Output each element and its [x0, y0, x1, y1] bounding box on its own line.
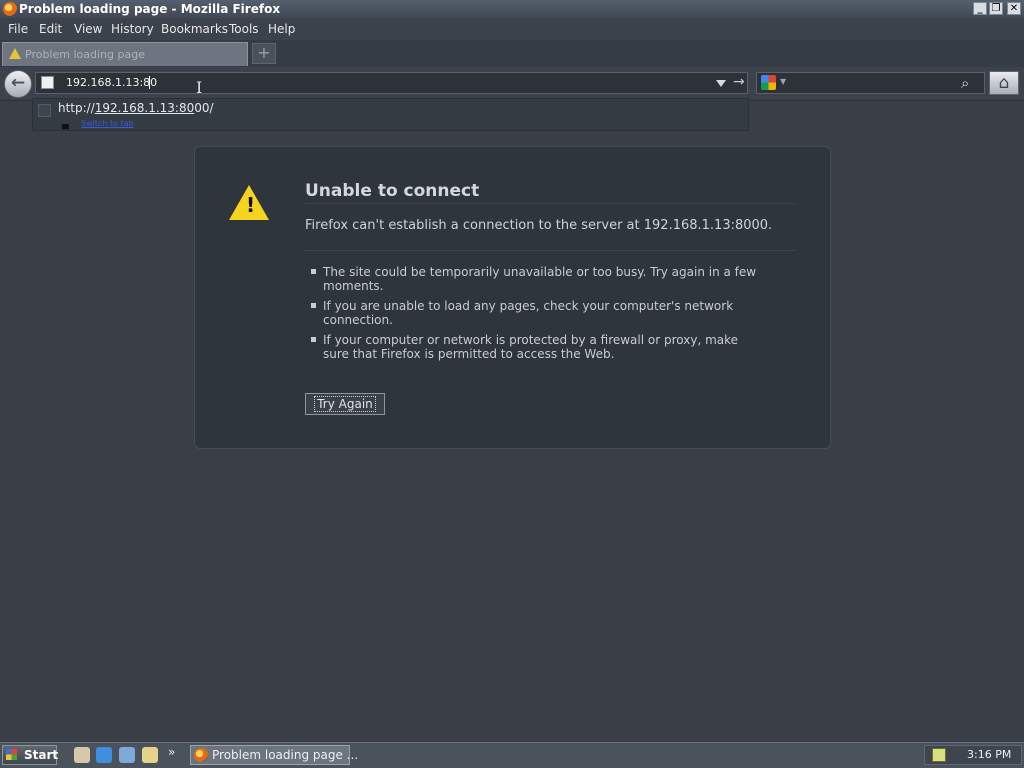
restore-button[interactable]: ❐ — [989, 2, 1003, 15]
start-button[interactable]: Start — [2, 745, 59, 765]
text-caret — [149, 76, 150, 89]
menu-view[interactable]: View — [74, 22, 102, 36]
suggestion-prefix: http:// — [58, 101, 95, 115]
firefox-icon — [3, 2, 17, 16]
search-icon[interactable]: ⌕ — [961, 74, 969, 92]
page-icon — [38, 104, 51, 117]
google-icon[interactable] — [761, 75, 776, 90]
go-arrow-icon[interactable]: → — [733, 74, 745, 90]
suggestion-match: 192.168.1.13:80 — [94, 101, 195, 115]
navigation-toolbar: ← 192.168.1.13:80 → ▼ ⌕ ⌂ — [0, 67, 1024, 101]
tab-icon: ▄ — [62, 120, 69, 130]
warning-icon — [9, 48, 21, 59]
taskbar-firefox-window[interactable]: Problem loading page ... — [190, 745, 358, 765]
windows-logo-icon — [6, 749, 17, 760]
search-folder-icon[interactable] — [142, 747, 158, 763]
try-again-button[interactable]: Try Again — [305, 393, 385, 415]
error-message: Firefox can't establish a connection to … — [305, 218, 773, 233]
suggestion-item: If your computer or network is protected… — [305, 333, 765, 361]
search-engine-dropdown-icon[interactable]: ▼ — [780, 77, 786, 86]
error-suggestions: The site could be temporarily unavailabl… — [305, 265, 765, 367]
search-bar[interactable]: ▼ ⌕ — [756, 72, 985, 94]
menu-help[interactable]: Help — [268, 22, 295, 36]
text-cursor-icon: I — [196, 78, 203, 97]
window-title: Problem loading page - Mozilla Firefox — [19, 2, 281, 16]
try-again-label: Try Again — [314, 396, 376, 412]
site-identity-icon[interactable] — [41, 76, 54, 89]
menu-file[interactable]: File — [8, 22, 28, 36]
quicklaunch-chevron-icon[interactable]: » — [168, 745, 175, 759]
firefox-icon — [194, 748, 208, 762]
suggestion-item: The site could be temporarily unavailabl… — [305, 265, 765, 293]
divider — [305, 250, 795, 251]
tab-strip: Problem loading page + — [0, 40, 1024, 67]
menu-bookmarks[interactable]: Bookmarks — [161, 22, 228, 36]
error-title: Unable to connect — [305, 181, 480, 201]
switch-to-tab-link[interactable]: Switch to tab — [81, 119, 134, 128]
url-bar[interactable]: 192.168.1.13:80 → — [35, 72, 748, 94]
menu-tools[interactable]: Tools — [229, 22, 259, 36]
back-button[interactable]: ← — [4, 70, 32, 98]
menu-bar: File Edit View History Bookmarks Tools H… — [0, 18, 1024, 40]
show-desktop-icon[interactable] — [74, 747, 90, 763]
url-dropdown-icon[interactable] — [716, 80, 726, 87]
error-page-container: ! Unable to connect Firefox can't establ… — [194, 146, 831, 449]
taskbar: Start » Problem loading page ... 3:16 PM — [0, 742, 1024, 768]
tab-label: Problem loading page — [25, 48, 145, 61]
url-autocomplete-popup: http://192.168.1.13:8000/ ▄ Switch to ta… — [32, 98, 749, 131]
internet-explorer-icon[interactable] — [96, 747, 112, 763]
menu-history[interactable]: History — [111, 22, 154, 36]
divider — [305, 203, 795, 204]
tab-problem-loading[interactable]: Problem loading page — [2, 42, 248, 66]
suggestion-item: If you are unable to load any pages, che… — [305, 299, 765, 327]
autocomplete-suggestion[interactable]: http://192.168.1.13:8000/ — [58, 101, 214, 115]
minimize-button[interactable]: _ — [973, 2, 987, 15]
close-button[interactable]: ✕ — [1007, 2, 1021, 15]
clock[interactable]: 3:16 PM — [967, 748, 1011, 761]
home-button[interactable]: ⌂ — [989, 71, 1019, 95]
warning-icon: ! — [229, 185, 269, 220]
tray-app-icon[interactable] — [932, 748, 946, 762]
start-label: Start — [24, 748, 59, 762]
url-input[interactable]: 192.168.1.13:80 — [66, 76, 157, 89]
system-tray: 3:16 PM — [924, 745, 1022, 765]
outlook-express-icon[interactable] — [119, 747, 135, 763]
menu-edit[interactable]: Edit — [39, 22, 62, 36]
suggestion-rest: 00/ — [194, 101, 214, 115]
new-tab-button[interactable]: + — [252, 43, 276, 64]
window-title-bar[interactable]: Problem loading page - Mozilla Firefox _… — [0, 0, 1024, 18]
taskbar-window-label: Problem loading page ... — [212, 748, 359, 762]
